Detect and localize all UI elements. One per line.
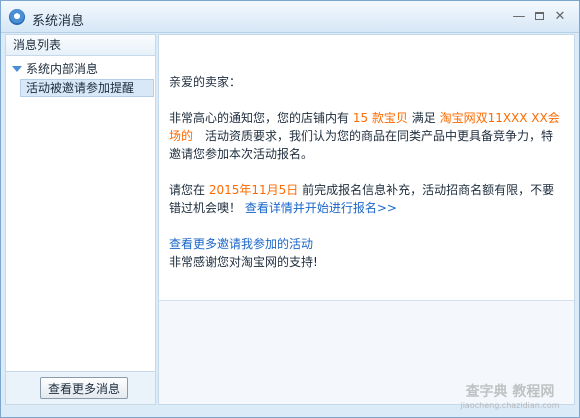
deadline-text-a: 请您在 (169, 183, 209, 197)
message-content-panel: 亲爱的卖家： 非常高心的通知您，您的店铺内有 15 款宝贝 满足 淘宝网双11X… (158, 34, 575, 405)
paragraph-closing: 查看更多邀请我参加的活动 非常感谢您对淘宝网的支持! (169, 235, 564, 271)
close-icon[interactable]: ✕ (552, 9, 568, 25)
app-logo-icon (9, 9, 25, 25)
expand-triangle-icon[interactable] (12, 65, 22, 72)
message-window: 系统消息 — ✕ 消息列表 系统内部消息 活动被邀请参加提醒 查看更多消息 亲爱… (0, 0, 580, 418)
minimize-icon[interactable]: — (511, 9, 527, 25)
maximize-icon[interactable] (531, 9, 547, 25)
window-title: 系统消息 (32, 14, 85, 29)
paragraph-invitation: 非常高心的通知您，您的店铺内有 15 款宝贝 满足 淘宝网双11XXX XX会场… (169, 109, 564, 163)
message-body: 亲爱的卖家： 非常高心的通知您，您的店铺内有 15 款宝贝 满足 淘宝网双11X… (159, 35, 574, 300)
tree-group-system-messages[interactable]: 系统内部消息 (12, 60, 98, 78)
paragraph-deadline: 请您在 2015年11月5日 前完成报名信息补充，活动招商名额有限，不要错过机会… (169, 181, 564, 217)
invitation-text-c: 活动资质要求，我们认为您的商品在同类产品中更具备竞争力，特邀请您参加本次活动报名… (169, 129, 554, 161)
message-list-footer: 查看更多消息 (6, 371, 155, 404)
view-more-messages-button[interactable]: 查看更多消息 (40, 377, 128, 399)
view-details-link[interactable]: 查看详情并开始进行报名>> (245, 201, 397, 215)
product-count: 15 款宝贝 (352, 111, 408, 125)
tree-group-label: 系统内部消息 (26, 62, 99, 76)
deadline-date: 2015年11月5日 (208, 183, 299, 197)
list-item-activity-invitation[interactable]: 活动被邀请参加提醒 (20, 79, 154, 97)
invitation-text-a: 非常高心的通知您，您的店铺内有 (169, 111, 353, 125)
thanks-text: 非常感谢您对淘宝网的支持! (169, 255, 318, 269)
greeting: 亲爱的卖家： (169, 75, 242, 89)
view-more-invitations-link[interactable]: 查看更多邀请我参加的活动 (169, 237, 313, 251)
watermark-url: jiaocheng.chazidian.com (460, 401, 560, 410)
invitation-text-b: 满足 (407, 111, 440, 125)
watermark-main-text: 查字典 教程网 (465, 384, 555, 400)
site-watermark: 查字典 教程网 jiaocheng.chazidian.com (445, 385, 575, 415)
title-bar[interactable]: 系统消息 — ✕ (1, 1, 579, 33)
message-list-header: 消息列表 (6, 35, 155, 56)
message-list-panel: 消息列表 系统内部消息 活动被邀请参加提醒 查看更多消息 (5, 34, 156, 405)
